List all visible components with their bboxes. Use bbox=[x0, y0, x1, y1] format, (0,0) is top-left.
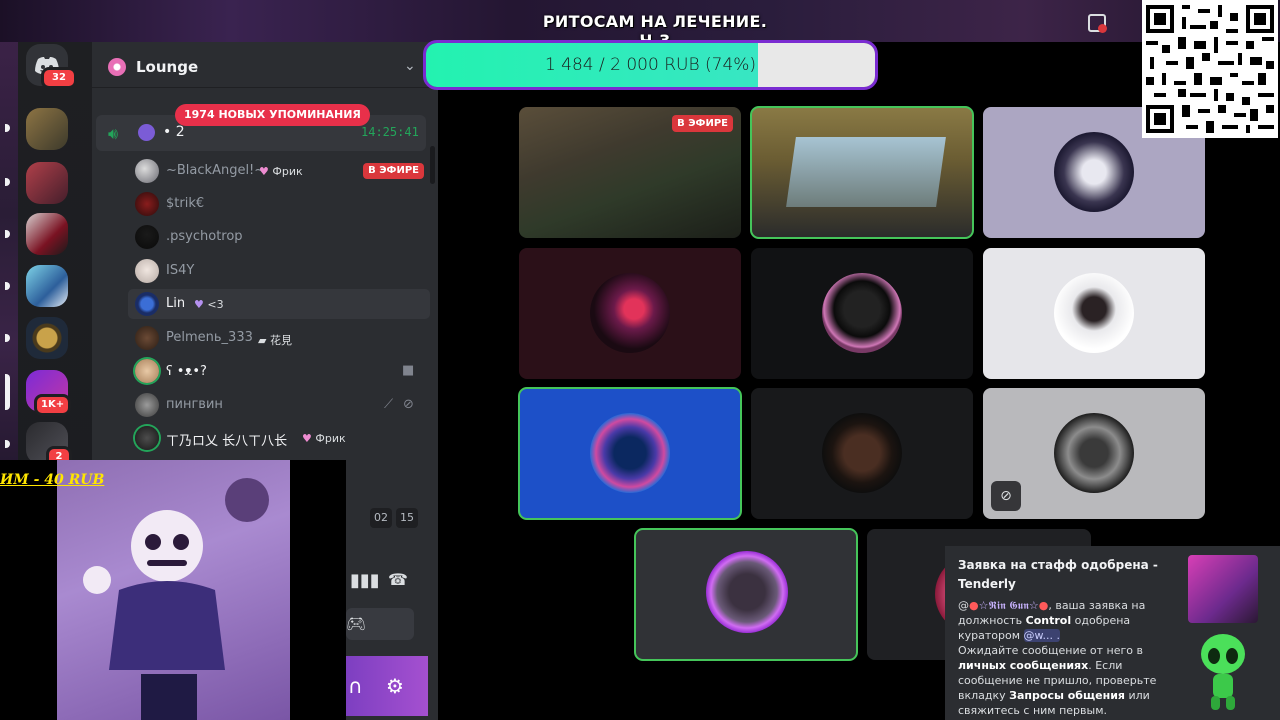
list-item[interactable]: ʕ •ᴥ•? ■ bbox=[130, 356, 430, 386]
activities-button[interactable]: 🎮︎ bbox=[346, 608, 414, 640]
stream-tile[interactable] bbox=[518, 387, 742, 520]
soundboard-icon[interactable]: ▮▮▮ bbox=[350, 570, 380, 591]
list-item[interactable]: .psychotrop bbox=[130, 222, 430, 252]
voice-channel-timer: 14:25:41 bbox=[361, 125, 419, 139]
heart-icon: ♥ bbox=[259, 165, 269, 178]
list-item[interactable]: $trik€ bbox=[130, 189, 430, 219]
avatar bbox=[590, 413, 670, 493]
live-badge: В ЭФИРЕ bbox=[672, 115, 733, 132]
video-camera-icon: ■ bbox=[402, 363, 415, 378]
new-mentions-pill[interactable]: 1974 НОВЫХ УПОМИНАНИЯ bbox=[175, 104, 370, 126]
avatar bbox=[135, 359, 159, 383]
sans-character-image bbox=[57, 460, 290, 720]
stream-tile[interactable]: В ЭФИРЕ bbox=[519, 107, 741, 238]
avatar bbox=[1054, 273, 1134, 353]
laptop-screen bbox=[786, 137, 946, 207]
qr-code bbox=[1142, 0, 1278, 138]
disconnect-icon[interactable]: ☎ bbox=[388, 570, 408, 589]
server-icon-1[interactable] bbox=[26, 108, 68, 150]
sidebar-scrollbar[interactable] bbox=[430, 146, 435, 184]
list-item[interactable]: пингвин ⟋ ⊘ bbox=[130, 390, 430, 420]
member-name: Pelmenь_333 bbox=[166, 330, 253, 345]
notification-artwork bbox=[1188, 555, 1258, 623]
stream-tile[interactable]: ⊘ bbox=[983, 388, 1205, 519]
server-name: Lounge bbox=[136, 58, 199, 76]
member-tag: ▰ 花見 bbox=[258, 334, 292, 347]
member-name: IS4Y bbox=[166, 263, 195, 278]
avatar bbox=[135, 292, 159, 316]
avatar bbox=[135, 326, 159, 350]
avatar bbox=[135, 393, 159, 417]
avatar bbox=[135, 159, 159, 183]
member-name: $trik€ bbox=[166, 196, 205, 211]
avatar bbox=[1054, 132, 1134, 212]
voice-channel-name: • 2 bbox=[163, 124, 185, 140]
stream-tile[interactable] bbox=[634, 528, 858, 661]
muted-mic-icon: ⟋ bbox=[384, 397, 394, 412]
server-selected-pip bbox=[5, 374, 10, 410]
avatar bbox=[135, 225, 159, 249]
member-tag: ♥ <3 bbox=[194, 298, 224, 311]
member-name: ʕ •ᴥ•? bbox=[166, 364, 207, 379]
avatar bbox=[590, 273, 670, 353]
server-icon-5[interactable] bbox=[26, 317, 68, 359]
member-name: ㄒ乃ロ乂 长八ㄒ八长 bbox=[166, 434, 288, 449]
server-boost-icon bbox=[108, 58, 126, 76]
donation-goal-bar: 1 484 / 2 000 RUB (74%) bbox=[423, 40, 878, 90]
member-name: .psychotrop bbox=[166, 229, 243, 244]
heart-icon: ♥ bbox=[194, 298, 204, 311]
list-item[interactable]: Pelmenь_333 ▰ 花見 bbox=[130, 323, 430, 353]
avatar bbox=[135, 259, 159, 283]
member-name: Lin bbox=[166, 296, 186, 311]
member-tag: ♥ Фрик bbox=[259, 165, 303, 178]
notification-body: @●☆𝕽𝖎𝖓 𝕲𝖚𝖓☆●, ваша заявка на должность C… bbox=[958, 599, 1157, 717]
donation-progress-text: 1 484 / 2 000 RUB (74%) bbox=[544, 55, 757, 75]
stream-tile[interactable] bbox=[751, 248, 973, 379]
avatar bbox=[1054, 413, 1134, 493]
stream-tile[interactable] bbox=[750, 106, 974, 239]
avatar bbox=[706, 551, 788, 633]
stream-tile[interactable] bbox=[983, 248, 1205, 379]
page-indicator[interactable]: 15 bbox=[396, 508, 418, 528]
server-icon-3[interactable] bbox=[26, 213, 68, 255]
donation-alert-text: ИМ - 40 RUB bbox=[0, 472, 105, 488]
alien-mascot-icon bbox=[1201, 634, 1245, 710]
avatar bbox=[822, 273, 902, 353]
avatar bbox=[135, 426, 159, 450]
server-icon-4[interactable] bbox=[26, 265, 68, 307]
server-icon-2[interactable] bbox=[26, 162, 68, 204]
home-unread-badge: 32 bbox=[41, 67, 77, 89]
list-item[interactable]: ~BlackAngel!~ ♥ Фрик В ЭФИРЕ bbox=[130, 156, 430, 186]
stream-tile[interactable] bbox=[519, 248, 741, 379]
stream-tile[interactable] bbox=[751, 388, 973, 519]
recording-dot-icon bbox=[1098, 24, 1107, 33]
deafened-icon: ⊘ bbox=[403, 397, 414, 412]
headphones-icon[interactable]: ∩ bbox=[348, 674, 363, 698]
avatar bbox=[135, 192, 159, 216]
video-off-icon: ⊘ bbox=[991, 481, 1021, 511]
list-item[interactable]: IS4Y bbox=[130, 256, 430, 286]
gear-icon[interactable]: ⚙ bbox=[386, 674, 404, 698]
heart-icon: ♥ bbox=[302, 432, 312, 445]
gamepad-icon: 🎮︎ bbox=[346, 614, 367, 633]
speaker-icon: 🔊︎ bbox=[108, 124, 119, 143]
server-6-badge: 1K+ bbox=[34, 394, 72, 416]
live-badge: В ЭФИРЕ bbox=[363, 163, 424, 179]
notification-title: Заявка на стафф одобрена - Tenderly bbox=[958, 558, 1158, 591]
list-item[interactable]: Lin ♥ <3 bbox=[128, 289, 430, 319]
channel-avatar bbox=[138, 124, 155, 141]
member-name: пингвин bbox=[166, 397, 223, 412]
member-name: ~BlackAngel!~ bbox=[166, 163, 266, 178]
avatar bbox=[822, 413, 902, 493]
page-indicator[interactable]: 02 bbox=[370, 508, 392, 528]
chevron-down-icon[interactable]: ⌄ bbox=[404, 58, 416, 74]
user-panel: ∩ ⚙ bbox=[346, 656, 428, 716]
list-item[interactable]: ㄒ乃ロ乂 长八ㄒ八长 ♥ Фрик bbox=[130, 423, 430, 453]
member-tag: ♥ Фрик bbox=[302, 432, 346, 445]
